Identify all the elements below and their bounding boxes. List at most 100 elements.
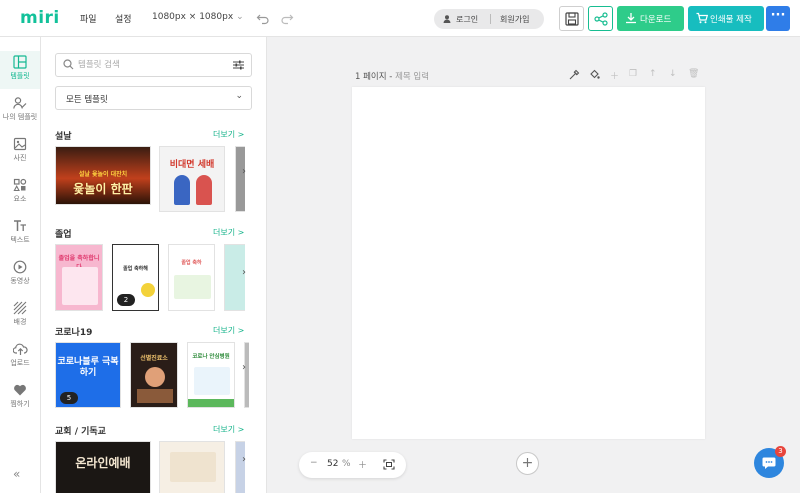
zoom-unit: % (342, 459, 351, 469)
template-thumb[interactable]: 비대면 세배 (159, 146, 225, 212)
template-thumb[interactable]: 졸업 축하 (168, 244, 215, 311)
scroll-right-icon[interactable]: › (242, 362, 246, 373)
template-thumb[interactable]: 설날 윷놀이 대잔치 윷놀이 한판 (55, 146, 151, 205)
more-link[interactable]: 더보기 > (213, 129, 244, 140)
rail-label: 찜하기 (10, 400, 30, 408)
thumb-card (170, 452, 216, 482)
rail-item-photo[interactable]: 사진 (0, 133, 40, 171)
text-icon (14, 220, 26, 231)
fit-screen-icon[interactable] (383, 459, 395, 470)
rail-item-favorite[interactable]: 찜하기 (0, 379, 40, 417)
section-title: 설날 (55, 132, 72, 142)
template-search-input[interactable] (78, 58, 218, 72)
thumb-text: 온라인예배 (75, 456, 131, 470)
rail-label: 요소 (13, 195, 27, 203)
thumb-figure (137, 389, 173, 403)
template-thumb[interactable] (235, 146, 245, 212)
download-icon (626, 13, 636, 24)
thumb-text: 윷놀이 한판 (73, 182, 133, 196)
redo-icon[interactable] (280, 11, 294, 25)
thumb-text: 선별진료소 (140, 355, 168, 362)
undo-icon[interactable] (256, 11, 270, 25)
section-title: 교회 / 기독교 (55, 427, 106, 437)
signup-link[interactable]: 회원가입 (500, 14, 529, 25)
zoom-control: − 52 % ＋ (299, 452, 406, 478)
page-title-input[interactable]: 제목 입력 (395, 72, 429, 82)
move-down-icon[interactable]: ↓ (669, 69, 677, 79)
add-page-button[interactable]: + (516, 452, 539, 475)
template-thumb[interactable] (159, 441, 225, 493)
section-title: 졸업 (55, 230, 72, 240)
share-button[interactable] (588, 6, 613, 31)
thumb-figure (145, 367, 165, 387)
more-link[interactable]: 더보기 > (213, 424, 244, 435)
menu-settings[interactable]: 설정 (115, 12, 132, 25)
template-category-select[interactable]: 모든 템플릿 ⌄ (55, 86, 252, 110)
save-icon (565, 12, 579, 26)
rail-item-template[interactable]: 템플릿 (0, 51, 40, 89)
print-order-button[interactable]: 인쇄물 제작 (688, 6, 764, 31)
zoom-in-icon[interactable]: ＋ (358, 458, 367, 471)
thumb-card (62, 267, 98, 305)
download-button[interactable]: 다운로드 (617, 6, 684, 31)
scroll-right-icon[interactable]: › (242, 267, 246, 278)
page-count-badge: 2 (117, 294, 135, 306)
design-page-canvas[interactable] (352, 87, 705, 439)
thumb-figure (196, 175, 212, 205)
rail-label: 나의 템플릿 (2, 113, 38, 121)
menu-file[interactable]: 파일 (80, 12, 97, 25)
collapse-rail-icon[interactable]: « (13, 467, 20, 481)
top-header: miri 파일 설정 1080px × 1080px ⌄ 로그인 회원가입 다운로… (0, 0, 800, 37)
template-panel: 모든 템플릿 ⌄ 설날 더보기 > 설날 윷놀이 대잔치 윷놀이 한판 비대면 … (41, 37, 267, 493)
thumb-text: 코로나 안심병원 (192, 354, 230, 360)
rail-item-upload[interactable]: 업로드 (0, 338, 40, 376)
scroll-right-icon[interactable]: › (242, 166, 246, 177)
template-thumb[interactable]: 선별진료소 (130, 342, 178, 408)
zoom-value[interactable]: 52 (327, 459, 338, 469)
download-label: 다운로드 (640, 15, 672, 25)
filter-sliders-icon[interactable] (233, 60, 244, 70)
rail-item-background[interactable]: 배경 (0, 297, 40, 335)
thumb-text: 졸업 축하 (181, 260, 202, 266)
zoom-out-icon[interactable]: − (310, 458, 318, 468)
auth-divider (490, 14, 491, 24)
thumb-card (174, 275, 211, 299)
share-icon (594, 12, 608, 26)
thumb-text: 코로나블루 극복하기 (57, 357, 119, 378)
template-thumb[interactable]: 온라인예배 (55, 441, 151, 493)
rail-label: 사진 (13, 154, 27, 162)
more-link[interactable]: 더보기 > (213, 227, 244, 238)
upload-icon (12, 343, 28, 355)
save-button[interactable] (559, 6, 584, 31)
chat-notification-badge: 3 (775, 446, 786, 457)
template-thumb[interactable]: 졸업을 축하합니다 (55, 244, 103, 311)
template-thumb[interactable] (244, 342, 249, 408)
scroll-right-icon[interactable]: › (242, 454, 246, 465)
copy-icon[interactable]: ❐ (629, 69, 637, 79)
cart-icon (696, 12, 708, 24)
photo-icon (13, 137, 27, 151)
canvas-size-select[interactable]: 1080px × 1080px ⌄ (152, 12, 244, 22)
paint-bucket-icon[interactable] (589, 69, 600, 80)
template-icon (13, 55, 27, 69)
more-link[interactable]: 더보기 > (213, 325, 244, 336)
add-icon[interactable]: ＋ (610, 69, 619, 82)
template-thumb[interactable]: 코로나 안심병원 (187, 342, 235, 408)
template-thumb[interactable] (235, 441, 245, 493)
rail-item-video[interactable]: 동영상 (0, 256, 40, 294)
rail-item-text[interactable]: 텍스트 (0, 215, 40, 253)
trash-icon[interactable]: 🗑 (688, 69, 699, 79)
login-link[interactable]: 로그인 (456, 14, 478, 25)
more-button[interactable]: ··· (766, 6, 790, 31)
thumb-figure (141, 283, 155, 297)
rail-item-elements[interactable]: 요소 (0, 174, 40, 212)
rail-item-my-template[interactable]: 나의 템플릿 (0, 92, 40, 130)
miri-logo[interactable]: miri (20, 8, 60, 28)
rail-label: 템플릿 (10, 72, 30, 80)
page-number: 1 페이지 (355, 72, 387, 82)
heart-icon (14, 384, 26, 396)
elements-icon (13, 178, 27, 192)
move-up-icon[interactable]: ↑ (649, 69, 657, 79)
eyedropper-icon[interactable] (569, 69, 580, 80)
rail-label: 업로드 (10, 359, 30, 367)
